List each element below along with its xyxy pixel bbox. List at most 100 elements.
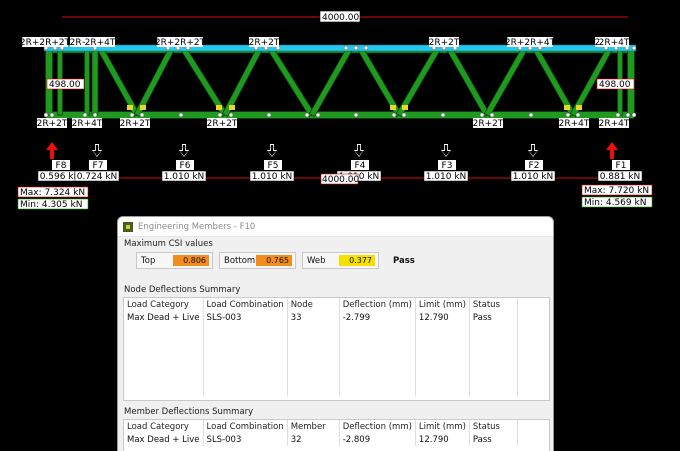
- table-cell: -2.799: [339, 311, 416, 324]
- bottom-node: [391, 112, 397, 118]
- load-name: F4: [355, 161, 366, 171]
- load-value: 0.724 kN: [77, 172, 118, 182]
- table-row-empty: [124, 324, 518, 396]
- dialog-titlebar[interactable]: Engineering Members - F10: [118, 217, 553, 237]
- tension-tag: [140, 105, 146, 110]
- column-header[interactable]: Node: [287, 298, 340, 311]
- column-header[interactable]: Load Category: [124, 298, 204, 311]
- bottom-node-number: 40: [525, 131, 537, 141]
- top-node: [353, 45, 359, 51]
- point-load-f7[interactable]: F70.724 kN: [74, 144, 120, 182]
- bottom-node: [479, 112, 485, 118]
- truss-members: [45, 45, 635, 119]
- tension-tag: [216, 105, 222, 110]
- load-arrow-shaft: [270, 145, 274, 152]
- top-connector-label: 2R+2R+2T: [155, 38, 206, 48]
- point-load-f2[interactable]: F21.010 kN: [510, 144, 556, 182]
- member-deflections-table[interactable]: Load Category Load Combination Member De…: [123, 419, 550, 451]
- load-value: 0.881 kN: [600, 172, 641, 182]
- bottom-connector-label: 2R+2T: [473, 119, 504, 129]
- bottom-node: [129, 112, 135, 118]
- csi-bottom: Bottom 0.765: [219, 252, 296, 269]
- top-connector-label: 2R+2T: [249, 38, 280, 48]
- arrow-down-icon: [180, 151, 188, 156]
- csi-top-value: 0.806: [173, 255, 209, 266]
- mid-dimension-label: 4000.00: [322, 175, 359, 185]
- bottom-node-number: 36: [398, 131, 410, 141]
- blue-dimension-label: 500.00: [341, 185, 373, 195]
- point-load-f3[interactable]: F31.010 kN: [423, 144, 469, 182]
- reaction-arrow-icon: [606, 142, 618, 150]
- bottom-node: [43, 112, 49, 118]
- csi-top: Top 0.806: [136, 252, 213, 269]
- point-load-f6[interactable]: F61.010 kN: [161, 144, 207, 182]
- bottom-node: [575, 112, 581, 118]
- load-arrow-shaft: [182, 145, 186, 152]
- column-header[interactable]: Member: [287, 420, 340, 433]
- column-header[interactable]: Deflection (mm): [339, 298, 416, 311]
- app-icon: [123, 221, 133, 232]
- top-connector-label: 2R+2R+2T: [20, 38, 71, 48]
- bottom-node: [266, 112, 272, 118]
- csi-web-value: 0.377: [339, 255, 375, 266]
- column-header[interactable]: Status: [469, 298, 518, 311]
- column-header[interactable]: Limit (mm): [415, 420, 470, 433]
- node-deflections-table[interactable]: Load Category Load Combination Node Defl…: [123, 297, 550, 401]
- bottom-node-number: 34: [350, 131, 362, 141]
- column-header[interactable]: Load Combination: [203, 420, 288, 433]
- span-dimension-label: 4000.00: [322, 13, 359, 23]
- web-member: [308, 46, 354, 117]
- height-label-left: 498.00: [49, 80, 81, 90]
- arrow-down-icon: [355, 151, 363, 156]
- column-header[interactable]: Deflection (mm): [339, 420, 416, 433]
- bottom-node-number: 27: [136, 131, 147, 141]
- table-cell: 33: [287, 311, 340, 324]
- arrow-down-icon: [93, 151, 101, 156]
- bottom-node-number: 39: [486, 131, 498, 141]
- node-deflections-title: Node Deflections Summary: [124, 285, 241, 295]
- load-arrow-shaft: [444, 145, 448, 152]
- table-cell: Pass: [469, 433, 518, 446]
- bottom-node-number: 37: [437, 131, 448, 141]
- table-cell: SLS-003: [203, 311, 288, 324]
- bottom-node-number: 28: [175, 131, 187, 141]
- column-header[interactable]: Status: [469, 420, 518, 433]
- reaction-right-max: Max: 7.720 kN: [584, 186, 649, 196]
- bottom-connector-label: 2R+2T: [207, 119, 238, 129]
- dialog-title: Engineering Members - F10: [138, 221, 256, 232]
- column-header[interactable]: Load Combination: [203, 298, 288, 311]
- bottom-connector-label: 2R+2T: [120, 119, 151, 129]
- tension-tag: [390, 105, 396, 110]
- bottom-node: [353, 112, 359, 118]
- top-connector-label: 2R+4T: [85, 38, 116, 48]
- bottom-node-number: 23: [46, 131, 57, 141]
- point-load-f1[interactable]: F10.881 kN: [597, 142, 643, 182]
- load-value: 1.010 kN: [426, 172, 467, 182]
- table-cell: SLS-003: [203, 433, 288, 446]
- csi-web-label: Web: [307, 255, 326, 266]
- table-row[interactable]: Max Dead + Live SLS-003 33 -2.799 12.790…: [124, 311, 518, 324]
- top-connector-label: 2R+2T: [429, 38, 460, 48]
- bottom-node-number: 29: [214, 131, 226, 141]
- vertical-member: [91, 47, 99, 116]
- engineering-members-dialog[interactable]: Engineering Members - F10 Maximum CSI va…: [117, 216, 554, 451]
- table-cell: 32: [287, 433, 340, 446]
- tension-tag: [229, 105, 235, 110]
- tension-tag: [402, 105, 408, 110]
- table-header-row: Load Category Load Combination Node Defl…: [124, 298, 518, 311]
- top-node: [343, 45, 349, 51]
- column-header[interactable]: Limit (mm): [415, 298, 470, 311]
- column-header[interactable]: Load Category: [124, 420, 204, 433]
- table-row[interactable]: Max Dead + Live SLS-003 32 -2.809 12.790…: [124, 433, 518, 446]
- web-member: [96, 46, 141, 117]
- reaction-left-min: Min: 4.305 kN: [20, 200, 82, 210]
- bottom-connector-label: 2R+2T: [37, 119, 68, 129]
- bottom-node-number: 42: [572, 131, 583, 141]
- bottom-node-number: 44: [622, 131, 634, 141]
- bottom-node: [615, 112, 621, 118]
- load-value: 1.010 kN: [164, 172, 205, 182]
- point-load-f5[interactable]: F51.010 kN: [249, 144, 295, 182]
- arrow-down-icon: [529, 151, 537, 156]
- reaction-right-min: Min: 4.569 kN: [584, 198, 646, 208]
- bottom-node: [528, 112, 534, 118]
